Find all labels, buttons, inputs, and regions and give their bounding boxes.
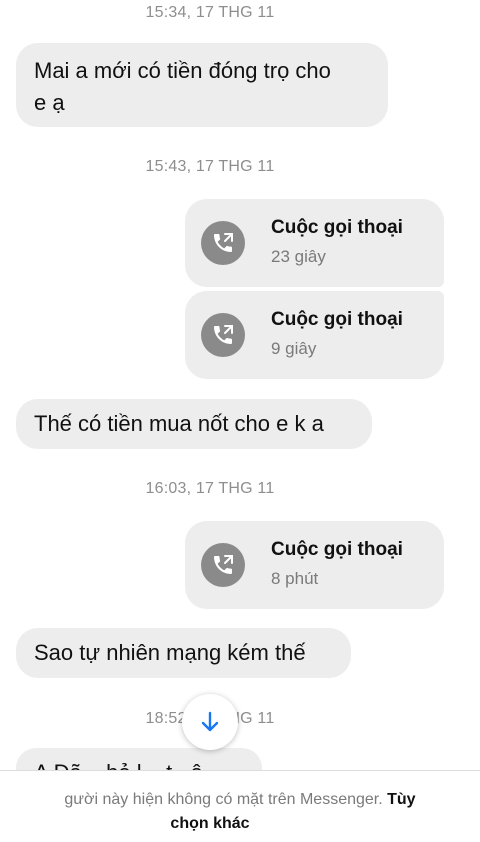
- incoming-message[interactable]: Thế có tiền mua nốt cho e k a: [16, 399, 372, 449]
- phone-call-icon: [201, 221, 245, 265]
- timestamp: 15:43, 17 THG 11: [145, 158, 275, 175]
- phone-call-icon: [201, 543, 245, 587]
- more-options-link[interactable]: chọn khác: [0, 815, 420, 833]
- call-title: Cuộc gọi thoại: [271, 217, 403, 238]
- call-title: Cuộc gọi thoại: [271, 309, 403, 330]
- incoming-message[interactable]: Mai a mới có tiền đóng trọ cho e ạ: [16, 43, 388, 127]
- call-duration: 8 phút: [271, 569, 319, 588]
- timestamp: 16:03, 17 THG 11: [145, 480, 275, 497]
- voice-call-card[interactable]: Cuộc gọi thoại 23 giây: [185, 199, 444, 287]
- voice-call-card[interactable]: Cuộc gọi thoại 9 giây: [185, 291, 444, 379]
- message-text-line: e ạ: [34, 90, 65, 115]
- arrow-down-icon: [201, 711, 219, 732]
- incoming-message[interactable]: Sao tự nhiên mạng kém thế: [16, 628, 351, 678]
- unavailable-notice: gười này hiện không có mặt trên Messenge…: [0, 770, 480, 842]
- message-text: Thế có tiền mua nốt cho e k a: [34, 411, 324, 436]
- more-options-link[interactable]: Tùy: [387, 791, 415, 808]
- notice-text: gười này hiện không có mặt trên Messenge…: [0, 791, 480, 809]
- call-duration: 23 giây: [271, 247, 326, 266]
- voice-call-card[interactable]: Cuộc gọi thoại 8 phút: [185, 521, 444, 609]
- timestamp: 15:34, 17 THG 11: [145, 4, 275, 21]
- call-duration: 9 giây: [271, 339, 317, 358]
- notice-message: gười này hiện không có mặt trên Messenge…: [64, 791, 383, 808]
- message-text: Sao tự nhiên mạng kém thế: [34, 640, 306, 665]
- phone-call-icon: [201, 313, 245, 357]
- scroll-to-bottom-button[interactable]: [182, 694, 238, 750]
- message-text-line: Mai a mới có tiền đóng trọ cho: [34, 58, 331, 83]
- call-title: Cuộc gọi thoại: [271, 539, 403, 560]
